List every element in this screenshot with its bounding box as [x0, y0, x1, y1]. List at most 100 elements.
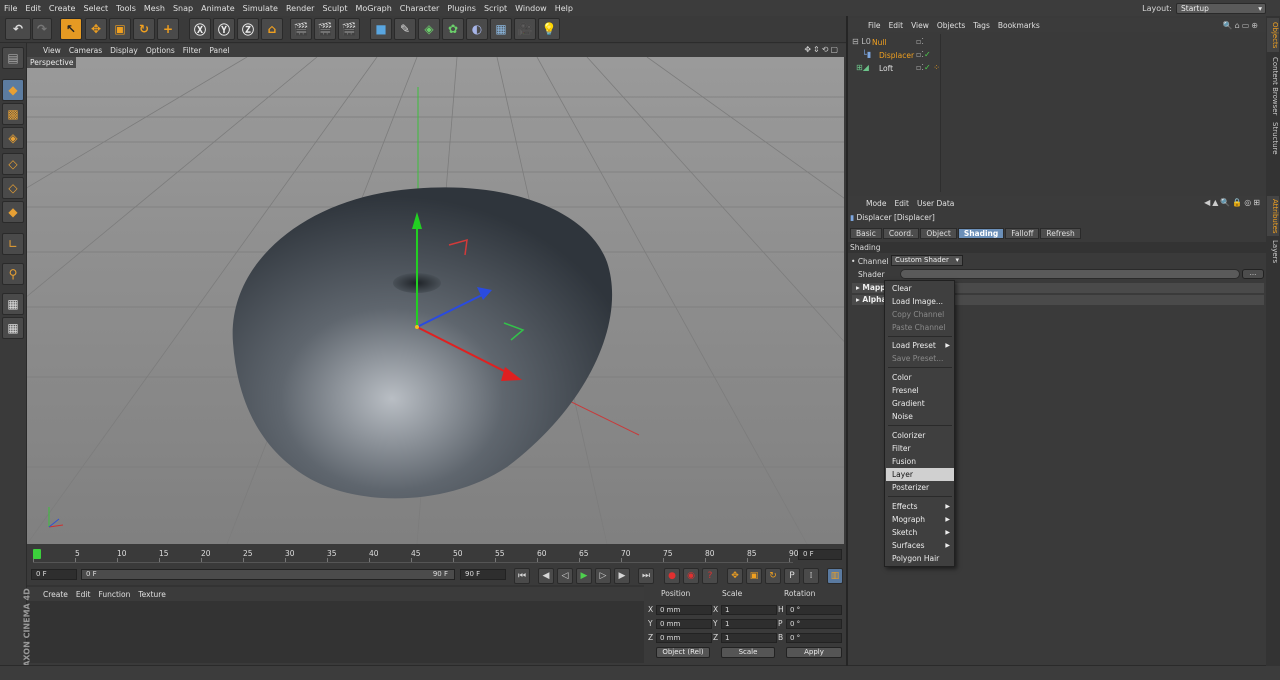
- menu-item-posterizer[interactable]: Posterizer: [886, 481, 954, 494]
- current-frame-field[interactable]: 0 F: [798, 549, 842, 560]
- menu-animate[interactable]: Animate: [197, 4, 239, 13]
- menu-mesh[interactable]: Mesh: [140, 4, 169, 13]
- texture-mode-icon[interactable]: ▩: [2, 103, 24, 125]
- pos-z-field[interactable]: 0 mm: [656, 633, 712, 643]
- scale-mode-select[interactable]: Scale: [721, 647, 775, 658]
- object-row-displacer[interactable]: └▮ Displacer ▫⁚✓: [848, 49, 1266, 62]
- layout-select[interactable]: Startup: [1176, 2, 1266, 14]
- scale-z-field[interactable]: 1: [721, 633, 777, 643]
- key-parameter-icon[interactable]: P: [784, 568, 800, 584]
- z-axis-icon[interactable]: Ⓩ: [237, 18, 259, 40]
- menu-help[interactable]: Help: [551, 4, 577, 13]
- viewport-menu-view[interactable]: View: [39, 46, 65, 55]
- object-name[interactable]: Displacer: [879, 51, 914, 60]
- object-manager-column-split[interactable]: [940, 34, 941, 192]
- 3d-viewport[interactable]: Perspective: [27, 57, 844, 544]
- object-manager-search-icons[interactable]: 🔍⌂▭⊕: [1223, 21, 1260, 30]
- rotate-icon[interactable]: ↻: [133, 18, 155, 40]
- tab-falloff[interactable]: Falloff: [1005, 228, 1040, 239]
- menu-item-effects[interactable]: Effects ▶: [886, 500, 954, 513]
- key-scale-icon[interactable]: ▣: [746, 568, 762, 584]
- tab-object[interactable]: Object: [920, 228, 957, 239]
- menu-item-fresnel[interactable]: Fresnel: [886, 384, 954, 397]
- shader-field[interactable]: [900, 269, 1240, 279]
- material-menu-edit[interactable]: Edit: [72, 590, 95, 599]
- side-tab-structure[interactable]: Structure: [1267, 120, 1279, 156]
- start-frame-field[interactable]: 0 F: [31, 569, 77, 580]
- coordinate-mode-select[interactable]: Object (Rel): [656, 647, 710, 658]
- menu-item-filter[interactable]: Filter: [886, 442, 954, 455]
- render-picture-viewer-icon[interactable]: 🎬: [314, 18, 336, 40]
- model-mode-icon[interactable]: ◆: [2, 79, 24, 101]
- cube-icon[interactable]: ■: [370, 18, 392, 40]
- x-axis-icon[interactable]: Ⓧ: [189, 18, 211, 40]
- menu-item-surfaces[interactable]: Surfaces ▶: [886, 539, 954, 552]
- floor-icon[interactable]: ▦: [490, 18, 512, 40]
- menu-item-layer[interactable]: Layer: [886, 468, 954, 481]
- menu-tools[interactable]: Tools: [112, 4, 140, 13]
- pos-x-field[interactable]: 0 mm: [656, 605, 712, 615]
- viewport-menu-display[interactable]: Display: [106, 46, 142, 55]
- coord-system-icon[interactable]: ⌂: [261, 18, 283, 40]
- tab-refresh[interactable]: Refresh: [1040, 228, 1081, 239]
- menu-create[interactable]: Create: [45, 4, 80, 13]
- workplane-mode-icon[interactable]: ◈: [2, 127, 24, 149]
- tweak-mode-icon[interactable]: ⚲: [2, 263, 24, 285]
- previous-frame-icon[interactable]: ◁: [557, 568, 573, 584]
- tab-basic[interactable]: Basic: [850, 228, 882, 239]
- key-rotation-icon[interactable]: ↻: [765, 568, 781, 584]
- polygons-mode-icon[interactable]: ◆: [2, 201, 24, 223]
- menu-item-polygon-hair[interactable]: Polygon Hair: [886, 552, 954, 565]
- obj-menu-tags[interactable]: Tags: [969, 21, 994, 30]
- tab-coord[interactable]: Coord.: [882, 228, 920, 239]
- go-to-end-icon[interactable]: ⏭: [638, 568, 654, 584]
- key-pla-icon[interactable]: ⁞: [803, 568, 819, 584]
- timeline-ruler[interactable]: 051015202530354045505560657075808590: [33, 547, 799, 563]
- autokey-icon[interactable]: ◉: [683, 568, 699, 584]
- rot-h-field[interactable]: 0 °: [786, 605, 842, 615]
- viewport-menu-panel[interactable]: Panel: [205, 46, 233, 55]
- material-menu-function[interactable]: Function: [94, 590, 134, 599]
- menu-select[interactable]: Select: [79, 4, 112, 13]
- menu-script[interactable]: Script: [480, 4, 511, 13]
- material-menu-create[interactable]: Create: [39, 590, 72, 599]
- render-settings-icon[interactable]: 🎬: [338, 18, 360, 40]
- add-icon[interactable]: +: [157, 18, 179, 40]
- move-icon[interactable]: ✥: [85, 18, 107, 40]
- menu-file[interactable]: File: [0, 4, 21, 13]
- menu-simulate[interactable]: Simulate: [239, 4, 282, 13]
- key-position-icon[interactable]: ✥: [727, 568, 743, 584]
- menu-item-color[interactable]: Color: [886, 371, 954, 384]
- obj-menu-file[interactable]: File: [864, 21, 885, 30]
- visibility-toggle-icon[interactable]: ▫⁚✓: [916, 50, 931, 59]
- menu-item-noise[interactable]: Noise: [886, 410, 954, 423]
- menu-edit[interactable]: Edit: [21, 4, 45, 13]
- viewport-menu-filter[interactable]: Filter: [179, 46, 206, 55]
- rot-p-field[interactable]: 0 °: [786, 619, 842, 629]
- obj-menu-view[interactable]: View: [907, 21, 933, 30]
- workplane-lock-icon[interactable]: ▦: [2, 317, 24, 339]
- scale-y-field[interactable]: 1: [721, 619, 777, 629]
- viewport-nav-icons[interactable]: ✥⇕⟲▢: [804, 45, 840, 54]
- rot-b-field[interactable]: 0 °: [786, 633, 842, 643]
- timeline-layout-icon[interactable]: ▥: [827, 568, 843, 584]
- visibility-toggle-icon[interactable]: ▫⁚✓ ⁘: [916, 63, 940, 72]
- viewport-menu-options[interactable]: Options: [142, 46, 179, 55]
- menu-item-colorizer[interactable]: Colorizer: [886, 429, 954, 442]
- object-name[interactable]: Null: [872, 38, 887, 47]
- side-tab-attributes[interactable]: Attributes: [1267, 196, 1279, 236]
- array-icon[interactable]: ✿: [442, 18, 464, 40]
- channel-select[interactable]: Custom Shader: [891, 255, 963, 266]
- pen-spline-icon[interactable]: ✎: [394, 18, 416, 40]
- points-mode-icon[interactable]: ◇: [2, 153, 24, 175]
- axis-mode-icon[interactable]: ∟: [2, 233, 24, 255]
- frame-range-slider[interactable]: 0 F 90 F: [81, 569, 455, 580]
- menu-item-clear[interactable]: Clear: [886, 282, 954, 295]
- camera-icon[interactable]: 🎥: [514, 18, 536, 40]
- menu-window[interactable]: Window: [511, 4, 551, 13]
- timeline[interactable]: 051015202530354045505560657075808590 0 F: [27, 545, 844, 567]
- side-tab-content-browser[interactable]: Content Browser: [1267, 54, 1279, 118]
- attr-menu-mode[interactable]: Mode: [862, 199, 890, 208]
- menu-item-fusion[interactable]: Fusion: [886, 455, 954, 468]
- attribute-nav-icons[interactable]: ◀▲🔍🔒◎⊞: [1204, 198, 1262, 207]
